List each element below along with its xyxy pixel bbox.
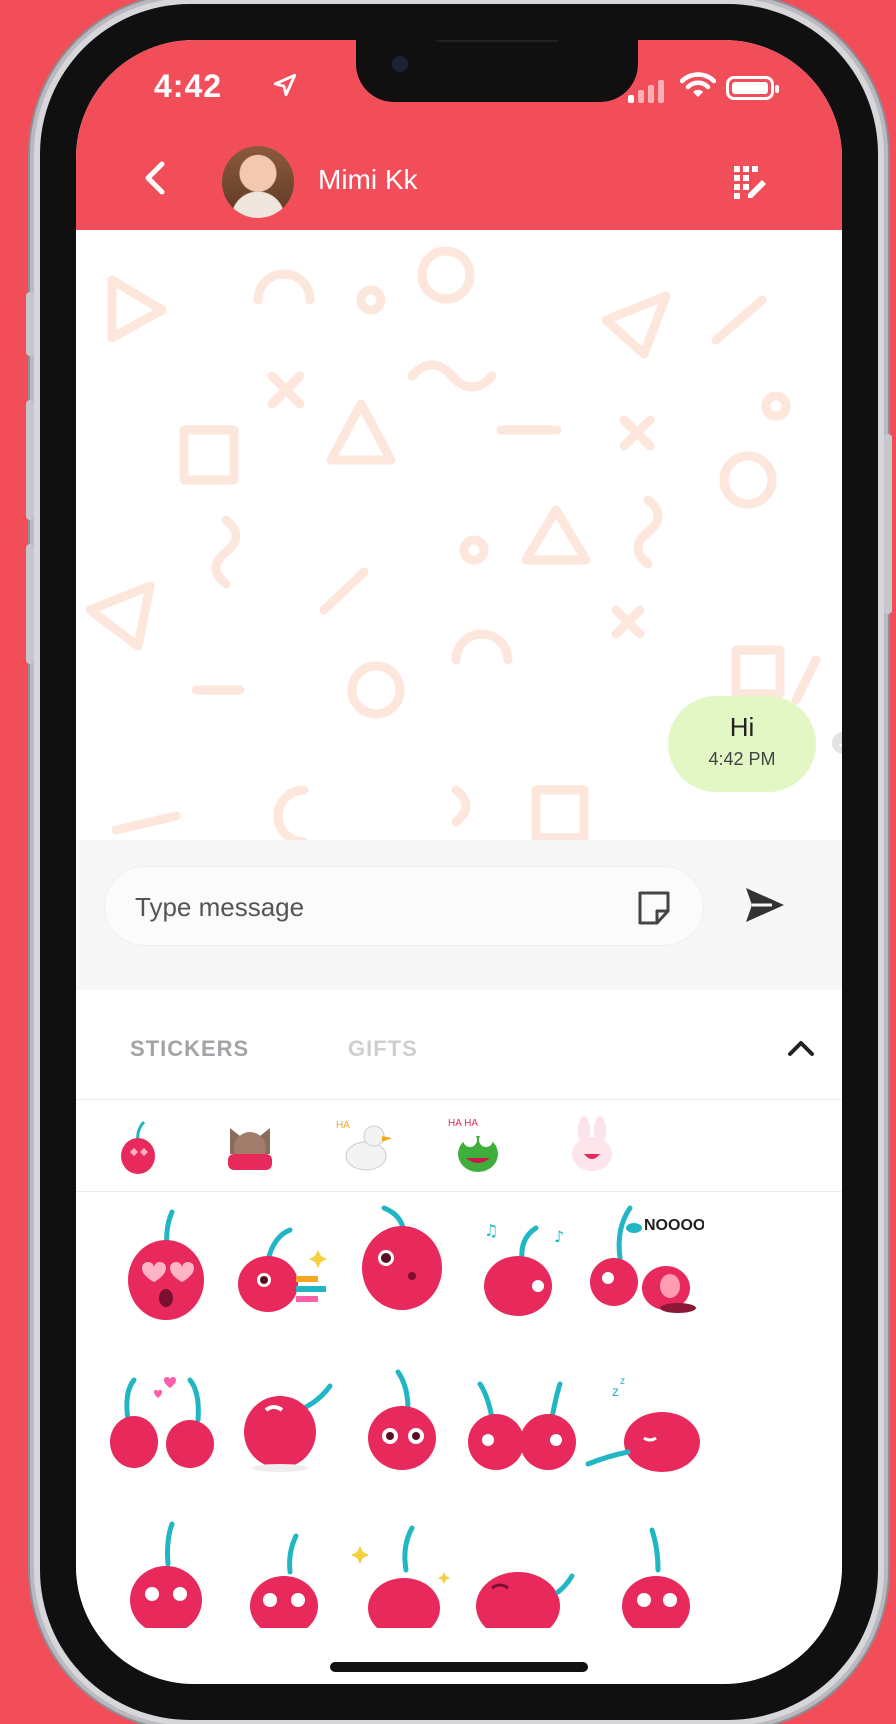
composer-bar bbox=[76, 840, 842, 990]
location-arrow-icon bbox=[272, 72, 298, 105]
sticker-icon[interactable] bbox=[635, 889, 673, 932]
svg-text:z: z bbox=[620, 1376, 625, 1387]
message-time: 4:42 PM bbox=[708, 749, 776, 769]
svg-text:HA HA: HA HA bbox=[448, 1118, 478, 1129]
message-input[interactable] bbox=[135, 885, 555, 929]
duck-pack-icon[interactable]: HA bbox=[332, 1114, 396, 1178]
notch bbox=[356, 40, 638, 102]
sticker-kiss[interactable] bbox=[342, 1196, 462, 1316]
collapse-button[interactable] bbox=[786, 1038, 816, 1063]
sticker-grid: ♫ ♪ NOOOO zz bbox=[76, 1192, 842, 1662]
back-button[interactable] bbox=[140, 160, 170, 201]
signal-icon bbox=[628, 80, 664, 103]
wifi-icon bbox=[679, 70, 717, 105]
avatar[interactable] bbox=[222, 146, 294, 218]
battery-icon bbox=[726, 76, 779, 100]
sticker-hug-pair[interactable] bbox=[462, 1356, 582, 1476]
chevron-up-icon bbox=[788, 1041, 814, 1056]
volume-down-button bbox=[26, 544, 34, 664]
send-icon bbox=[746, 888, 784, 922]
mute-switch bbox=[26, 292, 34, 356]
home-indicator[interactable] bbox=[330, 1662, 588, 1672]
send-button[interactable] bbox=[744, 886, 786, 929]
svg-text:z: z bbox=[612, 1383, 619, 1399]
sticker-dash[interactable] bbox=[224, 1206, 344, 1326]
sticker-peek-2[interactable] bbox=[584, 1508, 704, 1628]
sticker-walk[interactable] bbox=[342, 1356, 462, 1476]
sticker-sparkle[interactable] bbox=[342, 1508, 462, 1628]
svg-text:HA: HA bbox=[336, 1120, 350, 1131]
contact-name[interactable]: Mimi Kk bbox=[318, 164, 418, 196]
tab-stickers[interactable]: STICKERS bbox=[130, 1036, 249, 1062]
sticker-text: NOOOO bbox=[644, 1217, 704, 1234]
sticker-sad[interactable] bbox=[462, 1508, 582, 1628]
power-button bbox=[884, 434, 892, 614]
grid-edit-icon[interactable] bbox=[732, 164, 768, 205]
message-input-container bbox=[104, 866, 704, 946]
phone-frame: 4:42 Mimi Kk Hi 4:42 PM Type message STI… bbox=[26, 4, 892, 1720]
sticker-noooo[interactable]: NOOOO bbox=[584, 1196, 704, 1316]
tab-gifts[interactable]: GIFTS bbox=[348, 1036, 418, 1062]
sticker-sleepy-stem[interactable] bbox=[224, 1356, 344, 1476]
sticker-sleeping[interactable]: zz bbox=[584, 1356, 704, 1476]
volume-up-button bbox=[26, 400, 34, 520]
frog-pack-icon[interactable]: HA HA bbox=[446, 1114, 510, 1178]
bunny-pack-icon[interactable] bbox=[560, 1114, 624, 1178]
sticker-heart-eyes[interactable] bbox=[106, 1206, 226, 1326]
status-time: 4:42 bbox=[154, 68, 223, 104]
svg-text:♫: ♫ bbox=[484, 1221, 498, 1240]
sticker-peek[interactable] bbox=[106, 1508, 226, 1628]
sticker-love-pair[interactable] bbox=[106, 1356, 226, 1476]
sticker-dance[interactable]: ♫ ♪ bbox=[462, 1206, 582, 1326]
cherry-pack-icon[interactable] bbox=[106, 1114, 170, 1178]
cat-pack-icon[interactable] bbox=[218, 1114, 282, 1178]
tab-bar: STICKERS GIFTS bbox=[76, 990, 842, 1100]
sticker-peek-sweat[interactable] bbox=[224, 1508, 344, 1628]
chevron-left-icon bbox=[145, 161, 165, 195]
message-text: Hi bbox=[729, 712, 755, 742]
svg-text:♪: ♪ bbox=[554, 1227, 564, 1246]
sticker-pack-row: HA HA HA bbox=[76, 1100, 842, 1192]
screen: 4:42 Mimi Kk Hi 4:42 PM Type message STI… bbox=[76, 40, 842, 1684]
message-bubble[interactable]: Hi 4:42 PM bbox=[668, 696, 816, 792]
